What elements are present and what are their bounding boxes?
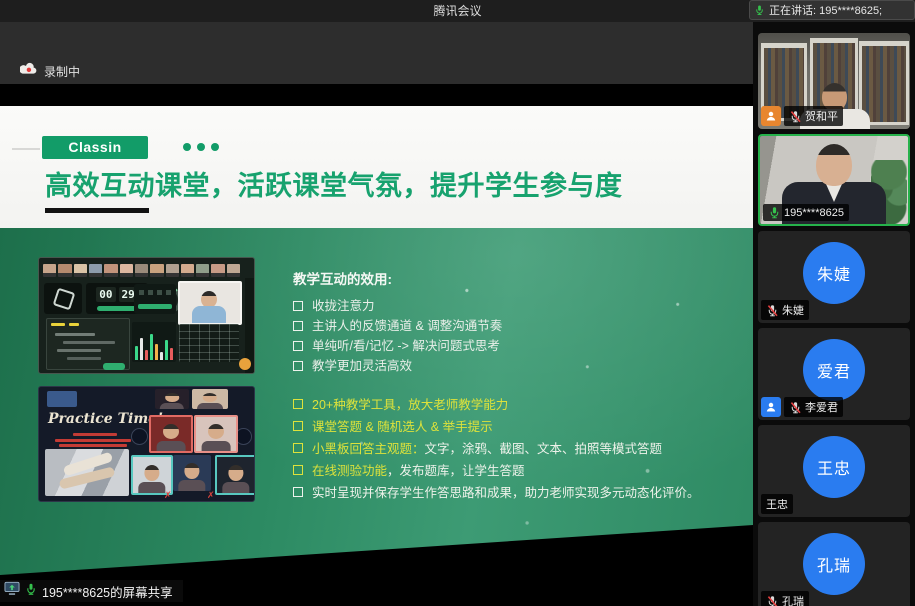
participant-tile[interactable]: 孔瑞孔瑞 (758, 522, 910, 606)
title-underline (45, 208, 149, 213)
red-text-line (59, 444, 127, 447)
mini-tile (155, 389, 189, 409)
orange-fab (239, 358, 251, 370)
feature-bullet: 20+种教学工具，放大老师教学能力 (293, 394, 733, 416)
recording-label: 录制中 (44, 63, 80, 80)
avatar: 王忠 (803, 436, 865, 498)
brand-dots (183, 143, 219, 151)
feature-bullet: 实时呈现并保存学生作答思路和成果，助力老师实现多元动态化评价。 (293, 482, 733, 504)
mic-muted-icon (789, 401, 802, 414)
speaking-indicator: 正在讲话: 195****8625; (749, 0, 915, 20)
student-thumbnails (43, 264, 240, 277)
score-mark: ✗ (207, 490, 215, 501)
hands-photo (45, 449, 129, 496)
mic-active-icon (768, 206, 781, 219)
classin-ui-screenshot: 00 29 (38, 257, 255, 374)
participant-tile[interactable]: 朱婕朱婕 (758, 231, 910, 323)
student-tile (215, 455, 255, 495)
recording-cloud-icon (20, 62, 37, 80)
practice-time-screenshot: Practice Time! ✗ ✗ (38, 386, 255, 502)
participant-name-label: 王忠 (761, 494, 793, 514)
timer-button (97, 306, 137, 311)
submit-button-mock (103, 363, 125, 370)
cohost-badge-icon (761, 397, 781, 417)
host-badge-icon (761, 106, 781, 126)
meeting-window: 腾讯会议 正在讲话: 195****8625; 录制中 Classin 高效互动… (0, 0, 915, 606)
teacher-video (178, 281, 242, 325)
speaking-mic-icon (754, 4, 765, 16)
effect-bullet: 主讲人的反馈通道 & 调整沟通节奏 (293, 316, 723, 336)
square-bullet-icon (293, 321, 303, 331)
screen-share-area: 录制中 Classin 高效互动课堂，活跃课堂气氛，提升学生参与度 00 29 (0, 22, 753, 606)
practice-time-title: Practice Time! (48, 411, 163, 427)
square-bullet-icon (293, 487, 303, 497)
score-mark: ✗ (164, 490, 172, 501)
participant-name-label: 李爱君 (784, 397, 843, 417)
feature-bullet: 课堂答题 & 随机选人 & 举手提示 (293, 416, 733, 438)
square-bullet-icon (293, 341, 303, 351)
participants-sidebar[interactable]: 贺和平195****8625朱婕朱婕爱君李爱君王忠王忠孔瑞孔瑞 (753, 22, 915, 606)
stats-bar-chart (132, 322, 176, 362)
window-titlebar: 腾讯会议 正在讲话: 195****8625; (0, 0, 915, 22)
avatar: 朱婕 (803, 242, 865, 304)
brand-dash (12, 148, 40, 150)
score-table (179, 324, 239, 362)
share-mic-icon (25, 582, 37, 601)
effect-bullet: 收拢注意力 (293, 296, 723, 316)
mini-tile (47, 391, 77, 407)
square-bullet-icon (293, 443, 303, 453)
answer-panel (134, 284, 176, 314)
student-tile (194, 415, 238, 453)
share-screen-icon (4, 581, 20, 601)
participant-tile[interactable]: 195****8625 (758, 134, 910, 226)
effects-list: 收拢注意力主讲人的反馈通道 & 调整沟通节奏单纯听/看/记忆 -> 解决问题式思… (293, 296, 723, 376)
effects-heading: 教学互动的效用: (293, 268, 723, 288)
features-list: 20+种教学工具，放大老师教学能力课堂答题 & 随机选人 & 举手提示小黑板回答… (293, 394, 733, 504)
red-text-line (55, 439, 131, 442)
avatar: 孔瑞 (803, 533, 865, 595)
recording-indicator: 录制中 (20, 62, 80, 80)
square-bullet-icon (293, 421, 303, 431)
mic-muted-icon (789, 110, 802, 123)
participant-name-label: 孔瑞 (761, 591, 809, 606)
mini-tile (192, 389, 228, 409)
person-silhouette (816, 144, 852, 186)
participant-tile[interactable]: 王忠王忠 (758, 425, 910, 517)
timer-minutes: 00 (96, 287, 115, 302)
timer-circle (131, 428, 148, 445)
slide-title: 高效互动课堂，活跃课堂气氛，提升学生参与度 (45, 164, 623, 203)
square-bullet-icon (293, 399, 303, 409)
feature-bullet: 在线测验功能，发布题库，让学生答题 (293, 460, 733, 482)
effect-bullet: 教学更加灵活高效 (293, 356, 723, 376)
avatar: 爱君 (803, 339, 865, 401)
share-status-text: 195****8625的屏幕共享 (42, 582, 173, 601)
participant-name-label: 195****8625 (763, 204, 849, 221)
mic-muted-icon (766, 595, 779, 606)
effects-section: 教学互动的效用: 收拢注意力主讲人的反馈通道 & 调整沟通节奏单纯听/看/记忆 … (293, 268, 723, 376)
participant-tile[interactable]: 贺和平 (758, 33, 910, 129)
brand-badge: Classin (42, 136, 148, 159)
feature-bullet: 小黑板回答主观题：文字，涂鸦、截图、文本、拍照等模式答题 (293, 438, 733, 460)
effect-bullet: 单纯听/看/记忆 -> 解决问题式思考 (293, 336, 723, 356)
square-bullet-icon (293, 465, 303, 475)
student-tile (131, 455, 173, 495)
square-bullet-icon (293, 361, 303, 371)
speaking-indicator-text: 正在讲话: 195****8625; (769, 2, 882, 18)
red-text-line (73, 433, 117, 436)
shared-desktop-background (0, 22, 753, 84)
square-bullet-icon (293, 301, 303, 311)
participant-name-label: 贺和平 (784, 106, 843, 126)
participant-name-label: 朱婕 (761, 300, 809, 320)
tool-icon-panel (44, 283, 82, 314)
share-status-bar: 195****8625的屏幕共享 (0, 580, 183, 602)
participant-tile[interactable]: 爱君李爱君 (758, 328, 910, 420)
student-tile (149, 415, 193, 453)
student-tile (173, 455, 211, 491)
mic-muted-icon (766, 304, 779, 317)
